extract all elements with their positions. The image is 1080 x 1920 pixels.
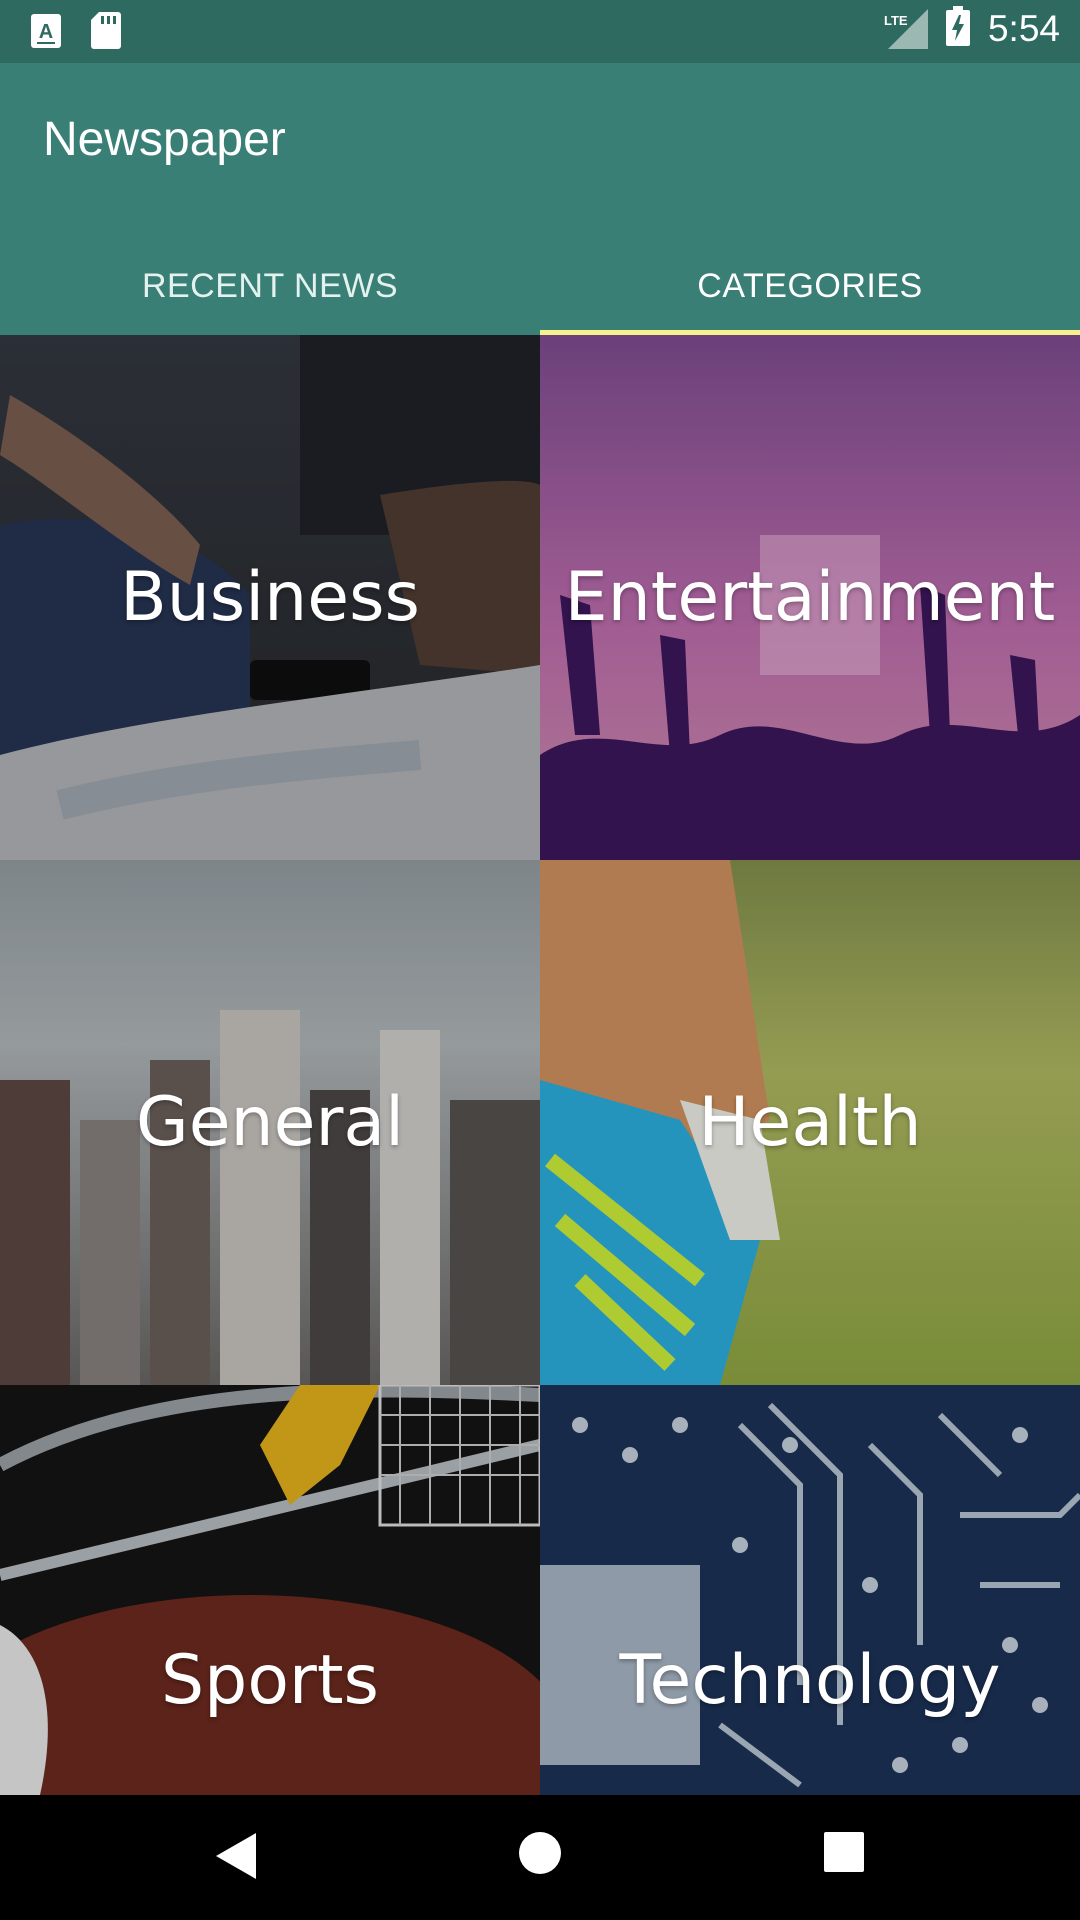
category-tile-general[interactable]: General: [0, 860, 540, 1385]
home-icon[interactable]: [518, 1831, 562, 1880]
app-title: Newspaper: [43, 113, 286, 166]
lte-signal-icon: LTE: [882, 8, 928, 49]
category-label: Entertainment: [564, 558, 1056, 637]
tab-categories[interactable]: CATEGORIES: [540, 237, 1080, 335]
tab-recent-news[interactable]: RECENT NEWS: [0, 237, 540, 335]
category-tile-business[interactable]: Business: [0, 335, 540, 860]
app-bar: Newspaper RECENT NEWS CATEGORIES: [0, 63, 1080, 335]
category-label: Sports: [161, 1640, 379, 1720]
category-label: Health: [698, 1083, 922, 1162]
sports-image: [0, 1385, 540, 1795]
tab-label: CATEGORIES: [697, 266, 923, 305]
category-tile-sports[interactable]: Sports: [0, 1385, 540, 1795]
text-notification-icon: A: [31, 13, 61, 53]
sd-card-icon: [91, 12, 121, 54]
category-tile-health[interactable]: Health: [540, 860, 1080, 1385]
category-grid: Business Entertainment General Health Sp…: [0, 335, 1080, 1795]
category-label: Business: [120, 558, 420, 637]
category-label: Technology: [619, 1640, 1001, 1720]
category-tile-entertainment[interactable]: Entertainment: [540, 335, 1080, 860]
svg-text:A: A: [39, 21, 53, 43]
category-label: General: [136, 1083, 404, 1162]
technology-image: [540, 1385, 1080, 1795]
tab-bar: RECENT NEWS CATEGORIES: [0, 237, 1080, 335]
category-tile-technology[interactable]: Technology: [540, 1385, 1080, 1795]
back-icon[interactable]: [214, 1831, 258, 1886]
lte-label: LTE: [883, 12, 908, 28]
recents-icon[interactable]: [823, 1831, 865, 1878]
navigation-bar: [0, 1795, 1080, 1920]
status-time: 5:54: [987, 7, 1060, 49]
battery-charging-icon: [945, 6, 970, 51]
status-bar: A LTE 5:54: [0, 0, 1080, 63]
tab-label: RECENT NEWS: [141, 266, 399, 305]
